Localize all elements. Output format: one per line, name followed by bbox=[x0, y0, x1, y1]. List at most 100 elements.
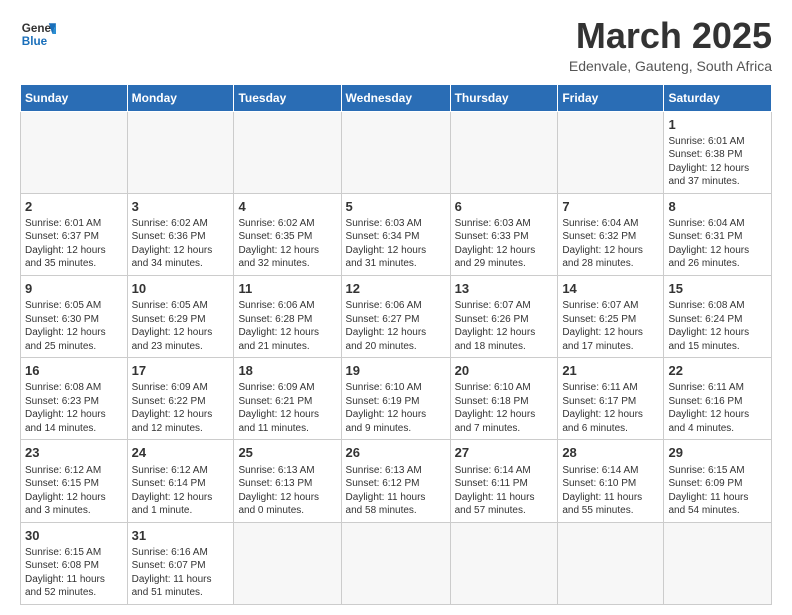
day-number: 31 bbox=[132, 527, 230, 545]
main-title: March 2025 bbox=[569, 16, 772, 56]
week-row-0: 1Sunrise: 6:01 AMSunset: 6:38 PMDaylight… bbox=[21, 111, 772, 193]
calendar-cell: 20Sunrise: 6:10 AMSunset: 6:18 PMDayligh… bbox=[450, 358, 558, 440]
header: General Blue March 2025 Edenvale, Gauten… bbox=[20, 16, 772, 74]
day-info: Sunrise: 6:05 AMSunset: 6:29 PMDaylight:… bbox=[132, 299, 230, 353]
day-info: Sunrise: 6:13 AMSunset: 6:12 PMDaylight:… bbox=[346, 464, 446, 518]
day-number: 14 bbox=[562, 280, 659, 298]
calendar-header: SundayMondayTuesdayWednesdayThursdayFrid… bbox=[21, 84, 772, 111]
calendar-cell: 6Sunrise: 6:03 AMSunset: 6:33 PMDaylight… bbox=[450, 193, 558, 275]
day-info: Sunrise: 6:15 AMSunset: 6:08 PMDaylight:… bbox=[25, 546, 123, 600]
day-number: 26 bbox=[346, 444, 446, 462]
calendar-cell: 14Sunrise: 6:07 AMSunset: 6:25 PMDayligh… bbox=[558, 275, 664, 357]
calendar-cell bbox=[341, 111, 450, 193]
day-number: 5 bbox=[346, 198, 446, 216]
day-info: Sunrise: 6:10 AMSunset: 6:19 PMDaylight:… bbox=[346, 381, 446, 435]
calendar-cell: 8Sunrise: 6:04 AMSunset: 6:31 PMDaylight… bbox=[664, 193, 772, 275]
day-number: 17 bbox=[132, 362, 230, 380]
day-number: 3 bbox=[132, 198, 230, 216]
day-number: 2 bbox=[25, 198, 123, 216]
day-info: Sunrise: 6:01 AMSunset: 6:38 PMDaylight:… bbox=[668, 135, 767, 189]
day-info: Sunrise: 6:12 AMSunset: 6:15 PMDaylight:… bbox=[25, 464, 123, 518]
calendar-cell: 24 Sunrise: 6:12 AMSunset: 6:14 PMDayligh… bbox=[127, 440, 234, 522]
day-number: 15 bbox=[668, 280, 767, 298]
calendar-table: SundayMondayTuesdayWednesdayThursdayFrid… bbox=[20, 84, 772, 605]
day-info: Sunrise: 6:11 AMSunset: 6:17 PMDaylight:… bbox=[562, 381, 659, 435]
day-info: Sunrise: 6:11 AMSunset: 6:16 PMDaylight:… bbox=[668, 381, 767, 435]
day-info: Sunrise: 6:16 AMSunset: 6:07 PMDaylight:… bbox=[132, 546, 230, 600]
col-header-friday: Friday bbox=[558, 84, 664, 111]
col-header-wednesday: Wednesday bbox=[341, 84, 450, 111]
day-number: 28 bbox=[562, 444, 659, 462]
day-number: 16 bbox=[25, 362, 123, 380]
calendar-cell: 15Sunrise: 6:08 AMSunset: 6:24 PMDayligh… bbox=[664, 275, 772, 357]
day-info: Sunrise: 6:10 AMSunset: 6:18 PMDaylight:… bbox=[455, 381, 554, 435]
day-info: Sunrise: 6:13 AMSunset: 6:13 PMDaylight:… bbox=[238, 464, 336, 518]
day-info: Sunrise: 6:05 AMSunset: 6:30 PMDaylight:… bbox=[25, 299, 123, 353]
col-header-sunday: Sunday bbox=[21, 84, 128, 111]
title-block: March 2025 Edenvale, Gauteng, South Afri… bbox=[569, 16, 772, 74]
day-info: Sunrise: 6:03 AMSunset: 6:33 PMDaylight:… bbox=[455, 217, 554, 271]
day-number: 25 bbox=[238, 444, 336, 462]
svg-text:Blue: Blue bbox=[22, 35, 48, 48]
day-number: 24 bbox=[132, 444, 230, 462]
calendar-cell: 5Sunrise: 6:03 AMSunset: 6:34 PMDaylight… bbox=[341, 193, 450, 275]
calendar-cell: 29 Sunrise: 6:15 AMSunset: 6:09 PMDayligh… bbox=[664, 440, 772, 522]
subtitle: Edenvale, Gauteng, South Africa bbox=[569, 58, 772, 74]
calendar-cell: 1Sunrise: 6:01 AMSunset: 6:38 PMDaylight… bbox=[664, 111, 772, 193]
week-row-1: 2Sunrise: 6:01 AMSunset: 6:37 PMDaylight… bbox=[21, 193, 772, 275]
day-info: Sunrise: 6:09 AMSunset: 6:21 PMDaylight:… bbox=[238, 381, 336, 435]
day-info: Sunrise: 6:08 AMSunset: 6:23 PMDaylight:… bbox=[25, 381, 123, 435]
calendar-cell bbox=[450, 522, 558, 604]
calendar-cell bbox=[558, 522, 664, 604]
calendar-body: 1Sunrise: 6:01 AMSunset: 6:38 PMDaylight… bbox=[21, 111, 772, 604]
calendar-cell: 7Sunrise: 6:04 AMSunset: 6:32 PMDaylight… bbox=[558, 193, 664, 275]
calendar-cell bbox=[234, 111, 341, 193]
calendar-cell bbox=[234, 522, 341, 604]
calendar-cell: 21Sunrise: 6:11 AMSunset: 6:17 PMDayligh… bbox=[558, 358, 664, 440]
logo: General Blue bbox=[20, 16, 56, 52]
calendar-cell: 30Sunrise: 6:15 AMSunset: 6:08 PMDayligh… bbox=[21, 522, 128, 604]
day-number: 4 bbox=[238, 198, 336, 216]
calendar-cell bbox=[664, 522, 772, 604]
page: General Blue March 2025 Edenvale, Gauten… bbox=[0, 0, 792, 615]
day-number: 10 bbox=[132, 280, 230, 298]
calendar-cell: 19Sunrise: 6:10 AMSunset: 6:19 PMDayligh… bbox=[341, 358, 450, 440]
day-info: Sunrise: 6:12 AMSunset: 6:14 PMDaylight:… bbox=[132, 464, 230, 518]
day-number: 12 bbox=[346, 280, 446, 298]
day-number: 29 bbox=[668, 444, 767, 462]
day-number: 19 bbox=[346, 362, 446, 380]
day-number: 21 bbox=[562, 362, 659, 380]
day-info: Sunrise: 6:01 AMSunset: 6:37 PMDaylight:… bbox=[25, 217, 123, 271]
calendar-cell: 3Sunrise: 6:02 AMSunset: 6:36 PMDaylight… bbox=[127, 193, 234, 275]
day-number: 30 bbox=[25, 527, 123, 545]
calendar-cell: 17Sunrise: 6:09 AMSunset: 6:22 PMDayligh… bbox=[127, 358, 234, 440]
week-row-4: 23 Sunrise: 6:12 AMSunset: 6:15 PMDayligh… bbox=[21, 440, 772, 522]
calendar-cell: 31Sunrise: 6:16 AMSunset: 6:07 PMDayligh… bbox=[127, 522, 234, 604]
calendar-cell: 18Sunrise: 6:09 AMSunset: 6:21 PMDayligh… bbox=[234, 358, 341, 440]
calendar-cell: 11Sunrise: 6:06 AMSunset: 6:28 PMDayligh… bbox=[234, 275, 341, 357]
calendar-cell bbox=[21, 111, 128, 193]
day-number: 8 bbox=[668, 198, 767, 216]
calendar-cell: 4Sunrise: 6:02 AMSunset: 6:35 PMDaylight… bbox=[234, 193, 341, 275]
day-number: 18 bbox=[238, 362, 336, 380]
calendar-cell: 23 Sunrise: 6:12 AMSunset: 6:15 PMDayligh… bbox=[21, 440, 128, 522]
day-info: Sunrise: 6:15 AMSunset: 6:09 PMDaylight:… bbox=[668, 464, 767, 518]
col-header-monday: Monday bbox=[127, 84, 234, 111]
day-number: 13 bbox=[455, 280, 554, 298]
day-info: Sunrise: 6:04 AMSunset: 6:31 PMDaylight:… bbox=[668, 217, 767, 271]
day-info: Sunrise: 6:06 AMSunset: 6:27 PMDaylight:… bbox=[346, 299, 446, 353]
calendar-cell: 25 Sunrise: 6:13 AMSunset: 6:13 PMDayligh… bbox=[234, 440, 341, 522]
calendar-cell: 16Sunrise: 6:08 AMSunset: 6:23 PMDayligh… bbox=[21, 358, 128, 440]
header-row: SundayMondayTuesdayWednesdayThursdayFrid… bbox=[21, 84, 772, 111]
calendar-cell: 10Sunrise: 6:05 AMSunset: 6:29 PMDayligh… bbox=[127, 275, 234, 357]
col-header-saturday: Saturday bbox=[664, 84, 772, 111]
day-number: 23 bbox=[25, 444, 123, 462]
calendar-cell bbox=[558, 111, 664, 193]
day-info: Sunrise: 6:04 AMSunset: 6:32 PMDaylight:… bbox=[562, 217, 659, 271]
day-info: Sunrise: 6:08 AMSunset: 6:24 PMDaylight:… bbox=[668, 299, 767, 353]
col-header-tuesday: Tuesday bbox=[234, 84, 341, 111]
day-number: 1 bbox=[668, 116, 767, 134]
day-number: 27 bbox=[455, 444, 554, 462]
day-info: Sunrise: 6:07 AMSunset: 6:25 PMDaylight:… bbox=[562, 299, 659, 353]
calendar-cell bbox=[341, 522, 450, 604]
